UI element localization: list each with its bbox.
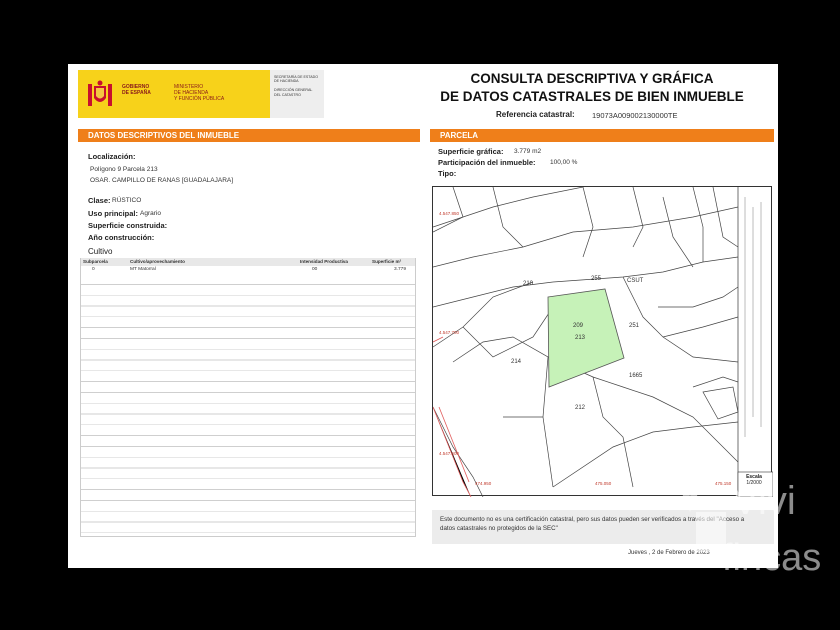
parcel-label: 255 — [591, 276, 602, 282]
uso-label: Uso principal: — [88, 209, 139, 218]
tipo-label: Tipo: — [438, 169, 457, 178]
localizacion-line-1: Polígono 9 Parcela 213 — [90, 166, 158, 173]
participacion-label: Participación del inmueble: — [438, 158, 536, 167]
vivifincas-watermark: Vivi fincas — [664, 452, 821, 572]
ref-value: 19073A009002130000TE — [592, 111, 678, 120]
document-title: CONSULTA DESCRIPTIVA Y GRÁFICA DE DATOS … — [432, 70, 752, 106]
coordinate-label: 4.547.600 — [439, 451, 460, 456]
map-drawing: 210 255 CSUT 209 213 251 214 1665 212 4.… — [432, 186, 774, 498]
section-bar-parcela: PARCELA — [430, 129, 774, 142]
ref-label: Referencia catastral: — [496, 110, 575, 119]
parcel-label: CSUT — [627, 278, 644, 284]
ministerio-text: MINISTERIO DE HACIENDA Y FUNCIÓN PÚBLICA — [174, 84, 225, 102]
secretaria-block: SECRETARÍA DE ESTADO DE HACIENDA DIRECCI… — [270, 70, 324, 118]
gobierno-text: GOBIERNO DE ESPAÑA — [122, 84, 151, 96]
participacion-value: 100,00 % — [550, 159, 578, 166]
coordinate-label: 474.950 — [475, 481, 492, 486]
section-bar-datos: DATOS DESCRIPTIVOS DEL INMUEBLE — [78, 129, 420, 142]
highlighted-parcel[interactable] — [547, 288, 625, 388]
government-logo: GOBIERNO DE ESPAÑA MINISTERIO DE HACIEND… — [78, 70, 270, 118]
coordinate-label: 4.547.700 — [439, 330, 460, 335]
clase-label: Clase: — [88, 196, 111, 205]
title-line-2: DE DATOS CATASTRALES DE BIEN INMUEBLE — [440, 89, 744, 104]
localizacion-line-2: OSAR. CAMPILLO DE RANAS [GUADALAJARA] — [90, 177, 234, 184]
parcel-label: 251 — [629, 323, 640, 329]
secretaria-text: SECRETARÍA DE ESTADO DE HACIENDA DIRECCI… — [274, 75, 318, 97]
parcel-label: 1665 — [629, 373, 643, 379]
superficie-construida-label: Superficie construida: — [88, 221, 168, 230]
parcel-label: 210 — [523, 281, 534, 287]
coordinate-label: 475.050 — [595, 481, 612, 486]
watermark-text-1: Vivi — [732, 479, 796, 523]
coordinate-label: 4.547.850 — [439, 211, 460, 216]
clase-value: RÚSTICO — [112, 197, 142, 204]
parcel-label: 212 — [575, 405, 586, 411]
cadastral-map[interactable]: 210 255 CSUT 209 213 251 214 1665 212 4.… — [432, 186, 774, 498]
coat-of-arms-icon — [88, 80, 112, 106]
title-line-1: CONSULTA DESCRIPTIVA Y GRÁFICA — [470, 71, 714, 86]
localizacion-label: Localización: — [88, 152, 136, 161]
anio-construccion-label: Año construcción: — [88, 233, 155, 242]
cultivo-title: Cultivo — [88, 247, 113, 256]
parcel-label: 214 — [511, 359, 522, 365]
superficie-grafica-label: Superficie gráfica: — [438, 147, 504, 156]
cultivo-table-frame — [80, 258, 416, 536]
uso-value: Agrario — [140, 210, 161, 217]
parcel-label: 213 — [575, 335, 586, 341]
superficie-grafica-value: 3.779 m2 — [514, 148, 542, 155]
watermark-text-2: fincas — [722, 537, 821, 572]
parcel-label: 209 — [573, 323, 584, 329]
